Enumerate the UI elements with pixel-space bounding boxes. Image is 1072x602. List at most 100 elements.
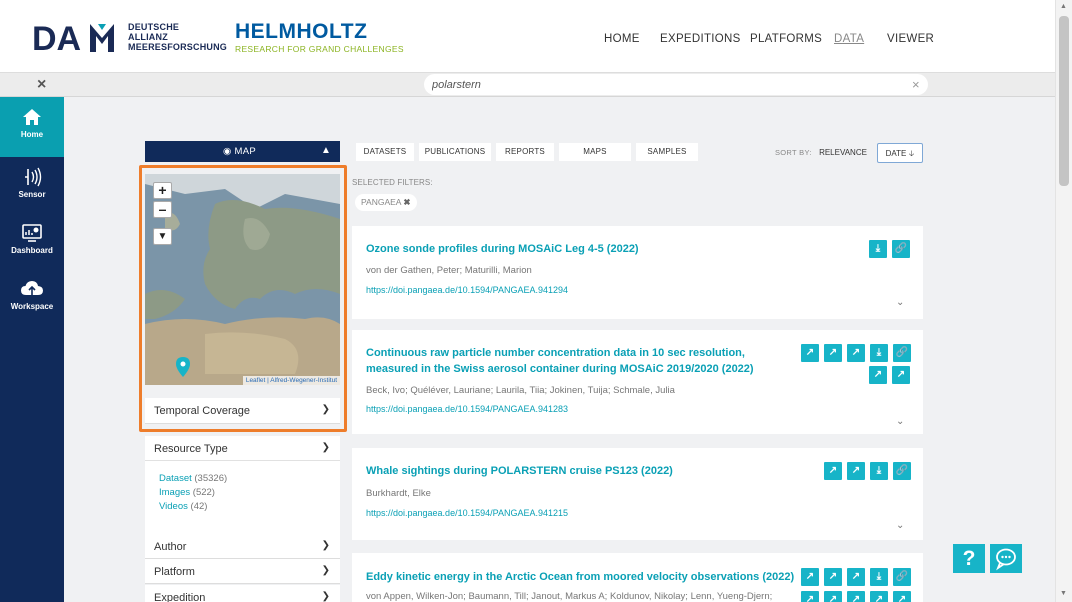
scroll-up-icon[interactable]: ▲ [1060,3,1067,10]
sidebar-item-home[interactable]: Home [0,97,64,157]
map-toggle[interactable]: ◉ MAP ▲ [145,141,340,162]
zoom-out-button[interactable]: – [153,201,172,218]
temporal-coverage-facet[interactable]: Temporal Coverage ❯ [145,398,340,424]
nav-expeditions[interactable]: EXPEDITIONS [660,33,741,45]
external-link-button[interactable]: ↗ [801,591,819,602]
close-icon[interactable]: × [37,76,46,94]
result-doi[interactable]: https://doi.pangaea.de/10.1594/PANGAEA.9… [366,404,568,414]
platform-facet[interactable]: Platform ❯ [145,559,340,584]
clear-search-icon[interactable]: × [912,77,920,92]
chevron-down-icon[interactable]: ⌄ [896,416,904,427]
download-button[interactable]: ⤓ [870,568,888,586]
tab-maps[interactable]: MAPS [559,143,631,161]
result-title[interactable]: Continuous raw particle number concentra… [366,345,754,377]
result-title[interactable]: Eddy kinetic energy in the Arctic Ocean … [366,569,794,585]
help-button[interactable]: ? [953,544,985,573]
nav-viewer[interactable]: VIEWER [887,33,934,45]
dam-logo-text: DEUTSCHE ALLIANZ MEERESFORSCHUNG [128,22,228,52]
result-card: Continuous raw particle number concentra… [352,330,923,434]
tab-publications[interactable]: PUBLICATIONS [419,143,491,161]
tab-samples[interactable]: SAMPLES [636,143,698,161]
external-link-button[interactable]: ↗ [870,591,888,602]
map-label: ◉ MAP [223,146,257,157]
link-button[interactable]: 🔗 [893,568,911,586]
result-authors: von der Gathen, Peter; Maturilli, Marion [366,265,532,276]
link-button[interactable]: 🔗 [892,240,910,258]
download-button[interactable]: ⤓ [870,462,888,480]
external-link-button[interactable]: ↗ [892,366,910,384]
list-item[interactable]: Videos (42) [159,500,340,514]
result-authors: Burkhardt, Elke [366,488,431,499]
link-button[interactable]: 🔗 [893,344,911,362]
sidebar-item-label: Sensor [18,190,46,199]
scroll-thumb[interactable] [1059,16,1069,186]
external-link-button[interactable]: ↗ [847,591,865,602]
result-card: Whale sightings during POLARSTERN cruise… [352,448,923,540]
map-attribution[interactable]: Leaflet | Alfred-Wegener-Institut [242,376,340,385]
external-link-button[interactable]: ↗ [847,462,865,480]
external-link-button[interactable]: ↗ [824,568,842,586]
home-icon [23,109,41,125]
result-card: Eddy kinetic energy in the Arctic Ocean … [352,553,923,602]
external-link-button[interactable]: ↗ [847,344,865,362]
chevron-down-icon: ❯ [321,565,330,576]
scrollbar[interactable]: ▲ ▼ [1055,0,1072,602]
chevron-down-icon: ❯ [321,591,330,602]
external-link-button[interactable]: ↗ [847,568,865,586]
result-authors: von Appen, Wilken-Jon; Baumann, Till; Ja… [366,591,773,602]
sidebar-item-workspace[interactable]: Workspace [0,279,64,311]
tab-reports[interactable]: REPORTS [496,143,554,161]
result-authors: Beck, Ivo; Quéléver, Lauriane; Laurila, … [366,385,675,396]
result-title[interactable]: Whale sightings during POLARSTERN cruise… [366,463,673,479]
search-input[interactable] [424,74,928,95]
nav-home[interactable]: HOME [604,33,640,45]
external-link-button[interactable]: ↗ [801,344,819,362]
remove-filter-icon[interactable]: ✖ [403,197,410,207]
external-link-button[interactable]: ↗ [824,462,842,480]
sidebar-item-label: Workspace [10,302,54,311]
left-sidebar: Home Sensor Dashboard Workspace [0,97,64,602]
map-view[interactable]: + – ▼ Leaflet | Alfred-Wegener-Institut [145,174,340,385]
result-title[interactable]: Ozone sonde profiles during MOSAiC Leg 4… [366,241,639,257]
external-link-button[interactable]: ↗ [824,591,842,602]
nav-platforms[interactable]: PLATFORMS [750,33,822,45]
svg-text:DA: DA [32,20,81,54]
resource-type-header[interactable]: Resource Type ❯ [145,436,340,461]
arrow-down-icon: 🡣 [908,149,915,158]
dashboard-icon [22,224,42,242]
tab-datasets[interactable]: DATASETS [356,143,414,161]
dam-logo[interactable]: DA [32,20,124,54]
download-button[interactable]: ⤓ [870,344,888,362]
facet-title: Author [154,541,187,553]
list-item[interactable]: Dataset (35326) [159,472,340,486]
chevron-down-icon[interactable]: ⌄ [896,520,904,531]
chevron-down-icon[interactable]: ⌄ [896,297,904,308]
download-button[interactable]: ⤓ [869,240,887,258]
external-link-button[interactable]: ↗ [824,344,842,362]
list-item[interactable]: Images (522) [159,486,340,500]
sidebar-item-dashboard[interactable]: Dashboard [0,223,64,255]
result-doi[interactable]: https://doi.pangaea.de/10.1594/PANGAEA.9… [366,285,568,295]
nav-data[interactable]: DATA [834,33,864,45]
map-marker-icon[interactable] [176,357,190,377]
expedition-facet[interactable]: Expedition ❯ [145,585,340,602]
author-facet[interactable]: Author ❯ [145,534,340,559]
facet-title: Platform [154,566,195,578]
sidebar-item-label: Dashboard [11,246,53,255]
helmholtz-logo[interactable]: HELMHOLTZ RESEARCH FOR GRAND CHALLENGES [235,21,404,55]
sort-relevance-button[interactable]: RELEVANCE [815,143,871,163]
sort-date-button[interactable]: DATE 🡣 [877,143,923,163]
filter-icon[interactable]: ▼ [153,228,172,245]
result-doi[interactable]: https://doi.pangaea.de/10.1594/PANGAEA.9… [366,508,568,518]
zoom-in-button[interactable]: + [153,182,172,199]
result-card: Ozone sonde profiles during MOSAiC Leg 4… [352,226,923,319]
link-button[interactable]: 🔗 [893,462,911,480]
facet-title: Resource Type [154,443,228,455]
chat-button[interactable] [990,544,1022,573]
scroll-down-icon[interactable]: ▼ [1060,590,1067,597]
external-link-button[interactable]: ↗ [801,568,819,586]
sidebar-item-sensor[interactable]: Sensor [0,167,64,199]
external-link-button[interactable]: ↗ [893,591,911,602]
external-link-button[interactable]: ↗ [869,366,887,384]
filter-chip[interactable]: PANGAEA ✖ [355,194,417,211]
